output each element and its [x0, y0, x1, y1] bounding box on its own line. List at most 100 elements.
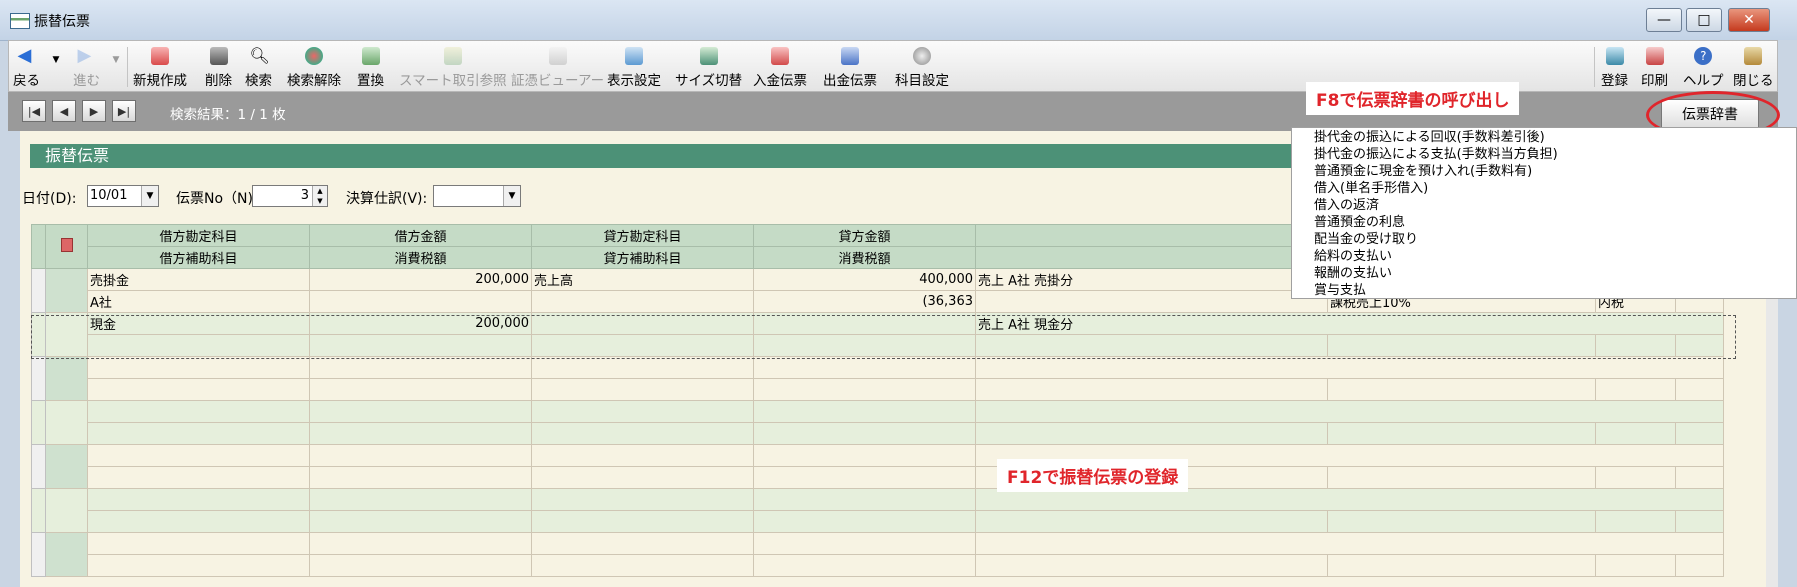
table-row[interactable]: [32, 378, 1724, 401]
attachment-icon[interactable]: [45, 224, 88, 269]
exit-icon: [1744, 47, 1763, 65]
search-icon: 🔍︎: [249, 46, 270, 65]
closing-entry-select[interactable]: ▼: [433, 185, 521, 207]
print-button[interactable]: 印刷: [1641, 45, 1668, 89]
list-item[interactable]: 給料の支払い: [1292, 248, 1796, 265]
table-row[interactable]: [31, 356, 1724, 401]
cell-debit-tax[interactable]: [309, 290, 532, 313]
window-title: 振替伝票: [34, 14, 90, 30]
cell-credit-account[interactable]: 売上高: [531, 268, 754, 291]
table-row[interactable]: [31, 532, 1724, 577]
delete-button[interactable]: 削除: [205, 45, 232, 89]
help-button[interactable]: ? ヘルプ: [1683, 45, 1724, 89]
back-arrow-icon: ◀: [17, 45, 32, 66]
clear-search-icon: [305, 47, 323, 65]
list-item[interactable]: 借入の返済: [1292, 197, 1796, 214]
register-button[interactable]: 登録: [1601, 45, 1628, 89]
cell-description[interactable]: 売上 A社 現金分: [975, 312, 1724, 335]
date-combo[interactable]: 10/01 ▼: [87, 185, 159, 207]
table-row[interactable]: [31, 444, 1724, 489]
forward-dropdown[interactable]: ▼: [111, 45, 121, 89]
chevron-down-icon[interactable]: ▼: [141, 186, 158, 206]
deposit-slip-button[interactable]: 入金伝票: [753, 45, 807, 89]
back-button[interactable]: ◀ 戻る: [13, 45, 40, 90]
payment-slip-icon: [841, 47, 859, 65]
display-settings-icon: [625, 47, 643, 65]
list-item[interactable]: 配当金の受け取り: [1292, 231, 1796, 248]
voucher-no-label: 伝票No（N):: [176, 191, 258, 207]
cell-credit-account[interactable]: [531, 312, 754, 335]
col-debit-account: 借方勘定科目: [87, 224, 310, 247]
col-debit-tax: 消費税額: [309, 246, 532, 269]
size-toggle-icon: [699, 47, 718, 65]
cell-credit-sub[interactable]: [531, 290, 754, 313]
table-row[interactable]: [32, 554, 1724, 577]
f12-callout: F12で振替伝票の登録: [997, 459, 1189, 492]
account-settings-button[interactable]: 科目設定: [895, 45, 949, 89]
date-label: 日付(D):: [22, 191, 77, 207]
col-credit-account: 貸方勘定科目: [531, 224, 754, 247]
new-button[interactable]: 新規作成: [133, 45, 187, 89]
list-item[interactable]: 賞与支払: [1292, 282, 1796, 299]
print-icon: [1645, 47, 1664, 65]
col-debit-sub: 借方補助科目: [87, 246, 310, 269]
first-record-button[interactable]: |◀: [22, 100, 46, 122]
cell-debit-sub[interactable]: A社: [87, 290, 310, 313]
evidence-viewer-button[interactable]: 証憑ビューアー: [511, 45, 604, 89]
col-credit-tax: 消費税額: [753, 246, 976, 269]
cell-credit-amount[interactable]: [753, 312, 976, 335]
minimize-button[interactable]: —: [1646, 8, 1682, 32]
list-item[interactable]: 普通預金の利息: [1292, 214, 1796, 231]
list-item[interactable]: 普通預金に現金を預け入れ(手数料有): [1292, 163, 1796, 180]
search-result-text: 検索結果：1 / 1 枚: [170, 107, 286, 123]
cell-debit-tax-class[interactable]: [975, 290, 1328, 313]
list-item[interactable]: 借入(単名手形借入): [1292, 180, 1796, 197]
spinner-icon[interactable]: ▲ ▼: [312, 186, 327, 206]
cell-credit-amount[interactable]: 400,000: [753, 268, 976, 291]
help-icon: ?: [1694, 47, 1713, 65]
replace-button[interactable]: 置換: [357, 45, 384, 89]
col-debit-amount: 借方金額: [309, 224, 532, 247]
col-credit-sub: 貸方補助科目: [531, 246, 754, 269]
back-dropdown[interactable]: ▼: [51, 45, 61, 89]
smart-transaction-icon: [443, 47, 462, 65]
table-row[interactable]: [31, 488, 1724, 533]
list-item[interactable]: 掛代金の振込による回収(手数料差引後): [1292, 129, 1796, 146]
list-item[interactable]: 報酬の支払い: [1292, 265, 1796, 282]
table-row[interactable]: [32, 422, 1724, 445]
cell-debit-amount[interactable]: 200,000: [309, 312, 532, 335]
cell-credit-tax[interactable]: (36,363: [753, 290, 976, 313]
search-button[interactable]: 🔍︎ 検索: [245, 45, 272, 90]
voucher-no-stepper[interactable]: 3 ▲ ▼: [252, 185, 328, 207]
display-settings-button[interactable]: 表示設定: [607, 45, 661, 89]
table-row[interactable]: [31, 400, 1724, 445]
payment-slip-button[interactable]: 出金伝票: [823, 45, 877, 89]
cell-debit-account[interactable]: 売掛金: [87, 268, 310, 291]
chevron-down-icon[interactable]: ▼: [503, 186, 520, 206]
smart-transaction-button[interactable]: スマート取引参照: [399, 45, 507, 89]
clear-search-button[interactable]: 検索解除: [287, 45, 341, 89]
replace-icon: [361, 47, 380, 65]
next-record-button[interactable]: ▶: [82, 100, 106, 122]
size-toggle-button[interactable]: サイズ切替: [675, 45, 742, 89]
new-document-icon: [151, 47, 169, 65]
close-button[interactable]: 閉じる: [1733, 45, 1774, 89]
title-bar: 振替伝票 — □ ✕: [0, 0, 1797, 41]
table-row[interactable]: [32, 510, 1724, 533]
maximize-button[interactable]: □: [1686, 8, 1722, 32]
evidence-viewer-icon: [548, 47, 567, 65]
close-window-button[interactable]: ✕: [1728, 8, 1770, 32]
voucher-no-value: 3: [300, 188, 309, 203]
closing-entry-label: 決算仕訳(V):: [346, 191, 428, 207]
cell-debit-amount[interactable]: 200,000: [309, 268, 532, 291]
col-credit-amount: 貸方金額: [753, 224, 976, 247]
cell-debit-account[interactable]: 現金: [87, 312, 310, 335]
last-record-button[interactable]: ▶|: [112, 100, 136, 122]
table-row[interactable]: 現金 200,000 売上 A社 現金分: [31, 312, 1724, 357]
list-item[interactable]: 掛代金の振込による支払(手数料当方負担): [1292, 146, 1796, 163]
gears-icon: [913, 47, 931, 65]
table-row[interactable]: [32, 466, 1724, 489]
forward-button[interactable]: ▶ 進む: [73, 45, 100, 90]
previous-record-button[interactable]: ◀: [52, 100, 76, 122]
table-row[interactable]: [32, 334, 1724, 357]
